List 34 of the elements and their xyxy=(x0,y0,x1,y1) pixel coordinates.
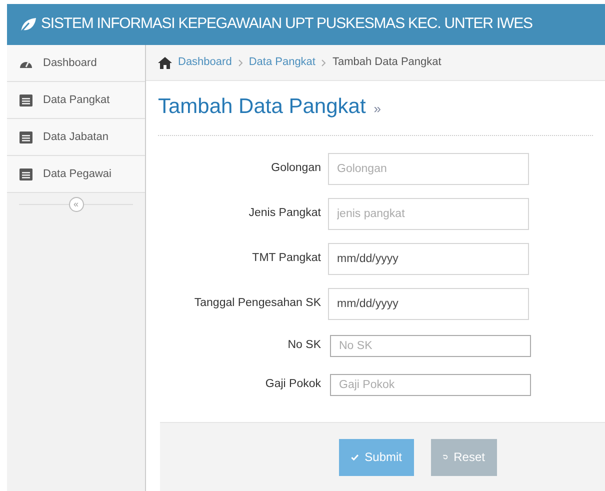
field-label: Tanggal Pengesahan SK xyxy=(193,296,321,312)
app-title: SISTEM INFORMASI KEPEGAWAIAN UPT PUSKESMAS KEC. UNTER IWES xyxy=(41,14,532,34)
list-icon xyxy=(19,130,33,144)
input-field[interactable]: mm/dd/yyyy xyxy=(328,243,529,275)
chevron-icon xyxy=(238,58,243,66)
sidebar-item[interactable]: Dashboard xyxy=(7,45,145,82)
field-label: TMT Pangkat xyxy=(251,251,321,266)
sidebar-item[interactable]: Data Pangkat xyxy=(7,82,145,119)
list-icon xyxy=(19,168,33,180)
sidebar-item[interactable]: Data Pegawai xyxy=(7,156,145,193)
field-label: No SK xyxy=(286,338,321,354)
chevron-icon xyxy=(321,58,326,66)
title-arrow: » xyxy=(374,100,382,118)
undo-icon xyxy=(443,452,448,462)
field-label: Gaji Pokok xyxy=(264,377,321,392)
home-icon xyxy=(158,56,172,68)
breadcrumb-link[interactable]: Data Pangkat xyxy=(248,54,316,71)
input-field[interactable]: mm/dd/yyyy xyxy=(328,288,529,320)
input-field[interactable]: Gaji Pokok xyxy=(330,374,531,396)
list-icon xyxy=(19,94,33,106)
check-icon xyxy=(351,452,359,462)
breadcrumb-current: Tambah Data Pangkat xyxy=(332,55,442,70)
field-label: Golongan xyxy=(270,161,321,176)
collapse-button[interactable]: « xyxy=(68,196,84,212)
submit-button[interactable]: Submit xyxy=(339,438,414,476)
sidebar-item[interactable]: Data Jabatan xyxy=(7,119,145,156)
input-field[interactable]: No SK xyxy=(330,335,531,357)
input-field[interactable]: jenis pangkat xyxy=(328,198,529,230)
input-field[interactable]: Golongan xyxy=(328,153,529,185)
page-title: Tambah Data Pangkat xyxy=(158,94,366,120)
breadcrumb-link[interactable]: Dashboard xyxy=(178,54,232,71)
reset-button[interactable]: Reset xyxy=(431,438,497,476)
field-label: Jenis Pangkat xyxy=(248,206,321,222)
leaf-icon xyxy=(19,16,37,32)
